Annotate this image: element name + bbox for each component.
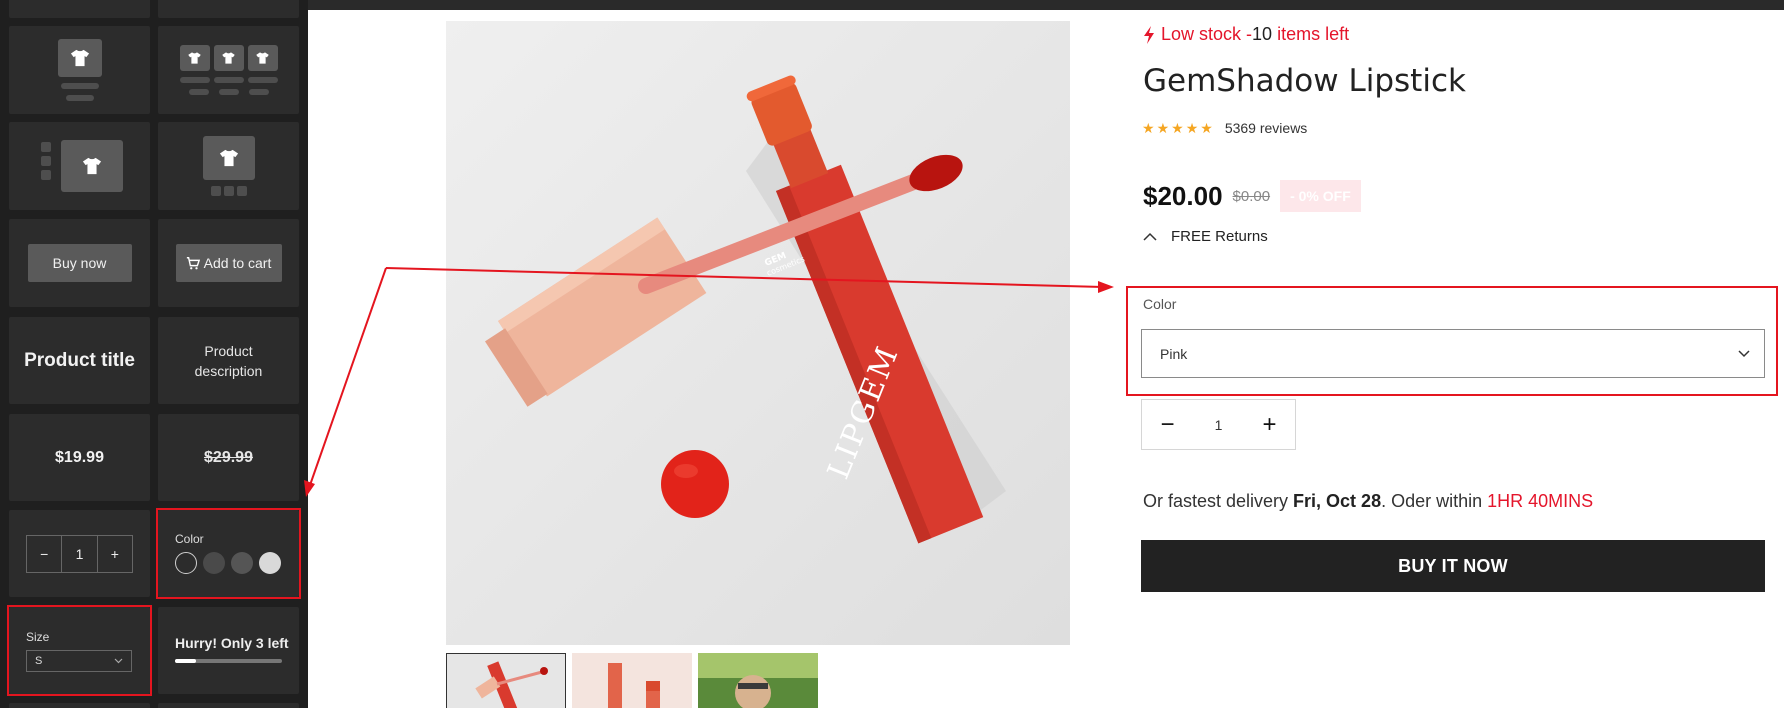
chevron-up-icon (1143, 232, 1157, 241)
app-root: Buy now Add to cart Product title Produc… (0, 0, 1784, 708)
shirt-icon (202, 136, 255, 180)
layout-gallery-bottom-tile[interactable] (158, 122, 299, 210)
product-thumbnail[interactable] (698, 653, 818, 708)
annotation-highlight-box (156, 508, 301, 599)
lightning-icon (1144, 25, 1154, 44)
annotation-highlight-box (1126, 286, 1778, 396)
arrow-head (1098, 281, 1114, 293)
low-stock-indicator: Low stock - 10 items left (1143, 24, 1349, 45)
thumbnail-image (698, 653, 818, 708)
stock-progress-bar (175, 659, 282, 663)
delivery-countdown: 1HR 40MINS (1487, 491, 1594, 511)
plus-icon: + (96, 535, 132, 572)
add-to-cart-preview-button: Add to cart (175, 244, 282, 282)
product-main-image[interactable]: LIPGEM GEM cosmetics (446, 21, 1070, 645)
stock-progress-fill (175, 659, 197, 663)
star-icon: ★ (1171, 120, 1184, 136)
delivery-estimate: Or fastest delivery Fri, Oct 28. Oder wi… (1143, 491, 1593, 512)
star-icon: ★ (1200, 120, 1213, 136)
shirt-icon (61, 140, 123, 192)
thumbnail-image (572, 653, 692, 708)
discount-badge: - 0% OFF (1280, 180, 1361, 212)
lipstick-image: LIPGEM GEM cosmetics (446, 21, 1070, 645)
product-thumbnail[interactable] (446, 653, 566, 708)
layout-three-images-tile[interactable] (158, 26, 299, 114)
product-price: $20.00 (1143, 180, 1223, 211)
layout-gallery-left-tile[interactable] (9, 122, 150, 210)
star-icon: ★ (1142, 120, 1155, 136)
annotation-highlight-box (7, 605, 152, 696)
buy-it-now-button[interactable]: BUY IT NOW (1141, 540, 1765, 592)
price-row: $20.00 $0.00 - 0% OFF (1143, 180, 1361, 212)
increase-quantity-button[interactable]: + (1244, 400, 1295, 449)
quantity-input[interactable]: 1 (1193, 400, 1244, 449)
product-price-element-tile[interactable]: $19.99 (9, 414, 150, 501)
buy-now-element-tile[interactable]: Buy now (9, 219, 150, 307)
product-description-element-tile[interactable]: Product description (158, 317, 299, 404)
shirt-icon (213, 45, 244, 71)
delivery-mid: . Oder within (1381, 491, 1488, 511)
element-tile[interactable] (158, 703, 299, 708)
shirt-icon (247, 45, 278, 71)
free-returns-toggle[interactable]: FREE Returns (1143, 228, 1268, 245)
element-tile[interactable] (9, 703, 150, 708)
element-tile[interactable] (158, 0, 299, 18)
layout-single-image-tile[interactable] (9, 26, 150, 114)
top-bar (308, 0, 1784, 10)
decrease-quantity-button[interactable]: − (1142, 400, 1193, 449)
star-icon: ★ (1156, 120, 1170, 136)
quantity-value: 1 (61, 535, 96, 572)
shirt-icon (179, 45, 210, 71)
thumbnail-image (447, 654, 565, 708)
delivery-prefix: Or fastest delivery (1143, 491, 1294, 511)
quantity-preview: − 1 + (26, 534, 133, 573)
quantity-element-tile[interactable]: − 1 + (9, 510, 150, 597)
stock-count: 10 (1252, 24, 1273, 44)
minus-icon: − (40, 545, 49, 562)
hurry-label: Hurry! Only 3 left (175, 635, 289, 651)
stock-suffix: items left (1272, 24, 1350, 44)
rating[interactable]: ★ ★ ★ ★ ★ 5369 reviews (1142, 120, 1307, 136)
delivery-date: Fri, Oct 28 (1293, 491, 1382, 511)
compare-price-preview: $29.99 (204, 448, 253, 466)
price-preview: $19.99 (55, 448, 104, 466)
element-library-panel: Buy now Add to cart Product title Produc… (0, 0, 308, 708)
buy-now-preview-button: Buy now (27, 244, 132, 282)
quantity-stepper: − 1 + (1141, 399, 1296, 450)
reviews-count: 5369 reviews (1224, 120, 1308, 136)
product-description-preview: Product description (194, 342, 263, 379)
compare-price-element-tile[interactable]: $29.99 (158, 414, 299, 501)
star-icon: ★ (1185, 120, 1199, 136)
stock-counter-element-tile[interactable]: Hurry! Only 3 left (158, 607, 299, 694)
product-title-element-tile[interactable]: Product title (9, 317, 150, 404)
product-title-preview: Product title (24, 349, 135, 371)
add-to-cart-label: Add to cart (203, 255, 272, 271)
cart-icon (186, 257, 200, 270)
shirt-icon (57, 39, 102, 77)
stock-text: Low stock - (1161, 24, 1253, 44)
compare-price: $0.00 (1232, 187, 1271, 205)
product-title: GemShadow Lipstick (1143, 63, 1466, 99)
add-to-cart-element-tile[interactable]: Add to cart (158, 219, 299, 307)
element-tile[interactable] (9, 0, 150, 18)
free-returns-label: FREE Returns (1171, 228, 1268, 245)
product-thumbnail[interactable] (572, 653, 692, 708)
